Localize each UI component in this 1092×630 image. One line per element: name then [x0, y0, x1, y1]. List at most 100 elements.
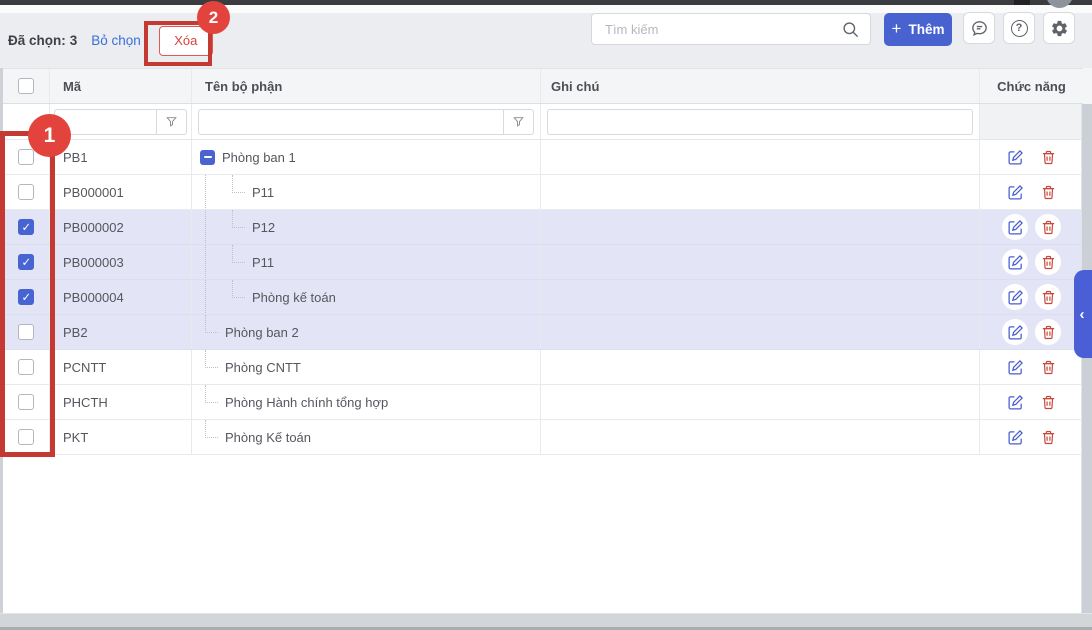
table-row[interactable]: PB2 Phòng ban 2: [3, 315, 1083, 350]
tree-elbow-icon: [205, 420, 218, 438]
table-header-row: Mã Tên bộ phận Ghi chú Chức năng: [3, 68, 1083, 104]
search-input[interactable]: [592, 22, 841, 37]
filter-input-note[interactable]: [547, 109, 973, 135]
search-icon[interactable]: [841, 20, 860, 39]
select-all-checkbox[interactable]: [18, 78, 34, 94]
filter-funnel-button-name[interactable]: [504, 109, 534, 135]
tree-elbow-icon: [232, 210, 245, 228]
table-row[interactable]: PB000004 Phòng kế toán: [3, 280, 1083, 315]
delete-selected-button[interactable]: Xóa: [159, 26, 213, 56]
delete-button[interactable]: [1035, 249, 1061, 275]
delete-button[interactable]: [1035, 319, 1061, 345]
column-header-note[interactable]: Ghi chú: [541, 69, 980, 103]
gear-icon: [1050, 19, 1069, 38]
edit-button[interactable]: [1002, 214, 1028, 240]
departments-table: Mã Tên bộ phận Ghi chú Chức năng: [3, 68, 1083, 455]
browser-top-edge: [0, 0, 1092, 5]
table-body: PB1 Phòng ban 1: [3, 140, 1083, 455]
edit-button[interactable]: [1002, 319, 1028, 345]
edit-button[interactable]: [1002, 144, 1028, 170]
row-code: PKT: [50, 420, 192, 454]
delete-button[interactable]: [1035, 354, 1061, 380]
edit-button[interactable]: [1002, 179, 1028, 205]
edit-button[interactable]: [1002, 389, 1028, 415]
window-left-edge: [0, 68, 3, 630]
tree-elbow-icon: [232, 175, 245, 193]
table-row[interactable]: PB000001 P11: [3, 175, 1083, 210]
selected-count-text: Đã chọn: 3: [8, 33, 77, 48]
row-name-cell: Phòng Kế toán: [192, 420, 311, 454]
row-checkbox[interactable]: [18, 394, 34, 410]
row-note: [541, 315, 980, 349]
filter-input-name[interactable]: [198, 109, 504, 135]
table-row[interactable]: PB000002 P12: [3, 210, 1083, 245]
row-checkbox[interactable]: [18, 254, 34, 270]
selected-label: Đã chọn:: [8, 33, 66, 48]
row-checkbox[interactable]: [18, 359, 34, 375]
edit-button[interactable]: [1002, 424, 1028, 450]
row-code: PB2: [50, 315, 192, 349]
question-mark-icon: ?: [1011, 20, 1028, 37]
side-panel-toggle[interactable]: ‹: [1074, 270, 1092, 358]
edit-button[interactable]: [1002, 284, 1028, 310]
delete-button[interactable]: [1035, 389, 1061, 415]
row-checkbox[interactable]: [18, 219, 34, 235]
row-checkbox[interactable]: [18, 324, 34, 340]
table-row[interactable]: PCNTT Phòng CNTT: [3, 350, 1083, 385]
row-code: PB000003: [50, 245, 192, 279]
delete-button[interactable]: [1035, 424, 1061, 450]
column-header-name[interactable]: Tên bộ phận: [192, 69, 541, 103]
table-row[interactable]: PB1 Phòng ban 1: [3, 140, 1083, 175]
filter-funnel-button-code[interactable]: [157, 109, 187, 135]
column-header-actions: Chức năng: [980, 69, 1083, 103]
row-name-label: Phòng kế toán: [252, 290, 336, 305]
chevron-left-icon: ‹: [1080, 306, 1085, 323]
horizontal-scrollbar[interactable]: [0, 613, 1092, 627]
row-name-label: Phòng Hành chính tổng hợp: [225, 395, 388, 410]
table-row[interactable]: PB000003 P11: [3, 245, 1083, 280]
row-note: [541, 210, 980, 244]
row-name-cell: Phòng kế toán: [192, 280, 336, 314]
feedback-button[interactable]: [963, 12, 995, 44]
deselect-link[interactable]: Bỏ chọn: [91, 33, 141, 48]
row-name-label: P12: [252, 220, 275, 235]
row-checkbox[interactable]: [18, 429, 34, 445]
row-note: [541, 280, 980, 314]
edit-button[interactable]: [1002, 354, 1028, 380]
edit-button[interactable]: [1002, 249, 1028, 275]
collapse-icon[interactable]: [200, 150, 215, 165]
row-note: [541, 140, 980, 174]
row-name-label: Phòng ban 1: [222, 150, 296, 165]
help-button[interactable]: ?: [1003, 12, 1035, 44]
tree-elbow-icon: [232, 280, 245, 298]
row-code: PB000004: [50, 280, 192, 314]
app-window: Đã chọn: 3 Bỏ chọn Xóa + Thêm ?: [0, 0, 1092, 630]
table-row[interactable]: PHCTH Phòng Hành chính tổng hợp: [3, 385, 1083, 420]
tree-line: [205, 245, 206, 279]
row-name-label: P11: [252, 185, 274, 200]
delete-button[interactable]: [1035, 179, 1061, 205]
row-name-label: Phòng Kế toán: [225, 430, 311, 445]
row-checkbox[interactable]: [18, 184, 34, 200]
filter-actions-cell: [980, 104, 1083, 139]
row-name-cell: Phòng ban 2: [192, 315, 299, 349]
row-code: PHCTH: [50, 385, 192, 419]
column-header-code[interactable]: Mã: [50, 69, 192, 103]
row-checkbox[interactable]: [18, 289, 34, 305]
settings-button[interactable]: [1043, 12, 1075, 44]
row-note: [541, 420, 980, 454]
row-note: [541, 385, 980, 419]
delete-button[interactable]: [1035, 284, 1061, 310]
row-checkbox[interactable]: [18, 149, 34, 165]
delete-button[interactable]: [1035, 214, 1061, 240]
selected-count: 3: [70, 33, 78, 48]
table-row[interactable]: PKT Phòng Kế toán: [3, 420, 1083, 455]
vertical-scrollbar[interactable]: [1081, 104, 1092, 614]
tree-elbow-icon: [205, 315, 218, 333]
row-note: [541, 350, 980, 384]
row-name-cell: P11: [192, 245, 274, 279]
add-button[interactable]: + Thêm: [884, 13, 952, 46]
tree-elbow-icon: [205, 385, 218, 403]
filter-input-code[interactable]: [54, 109, 157, 135]
delete-button[interactable]: [1035, 144, 1061, 170]
